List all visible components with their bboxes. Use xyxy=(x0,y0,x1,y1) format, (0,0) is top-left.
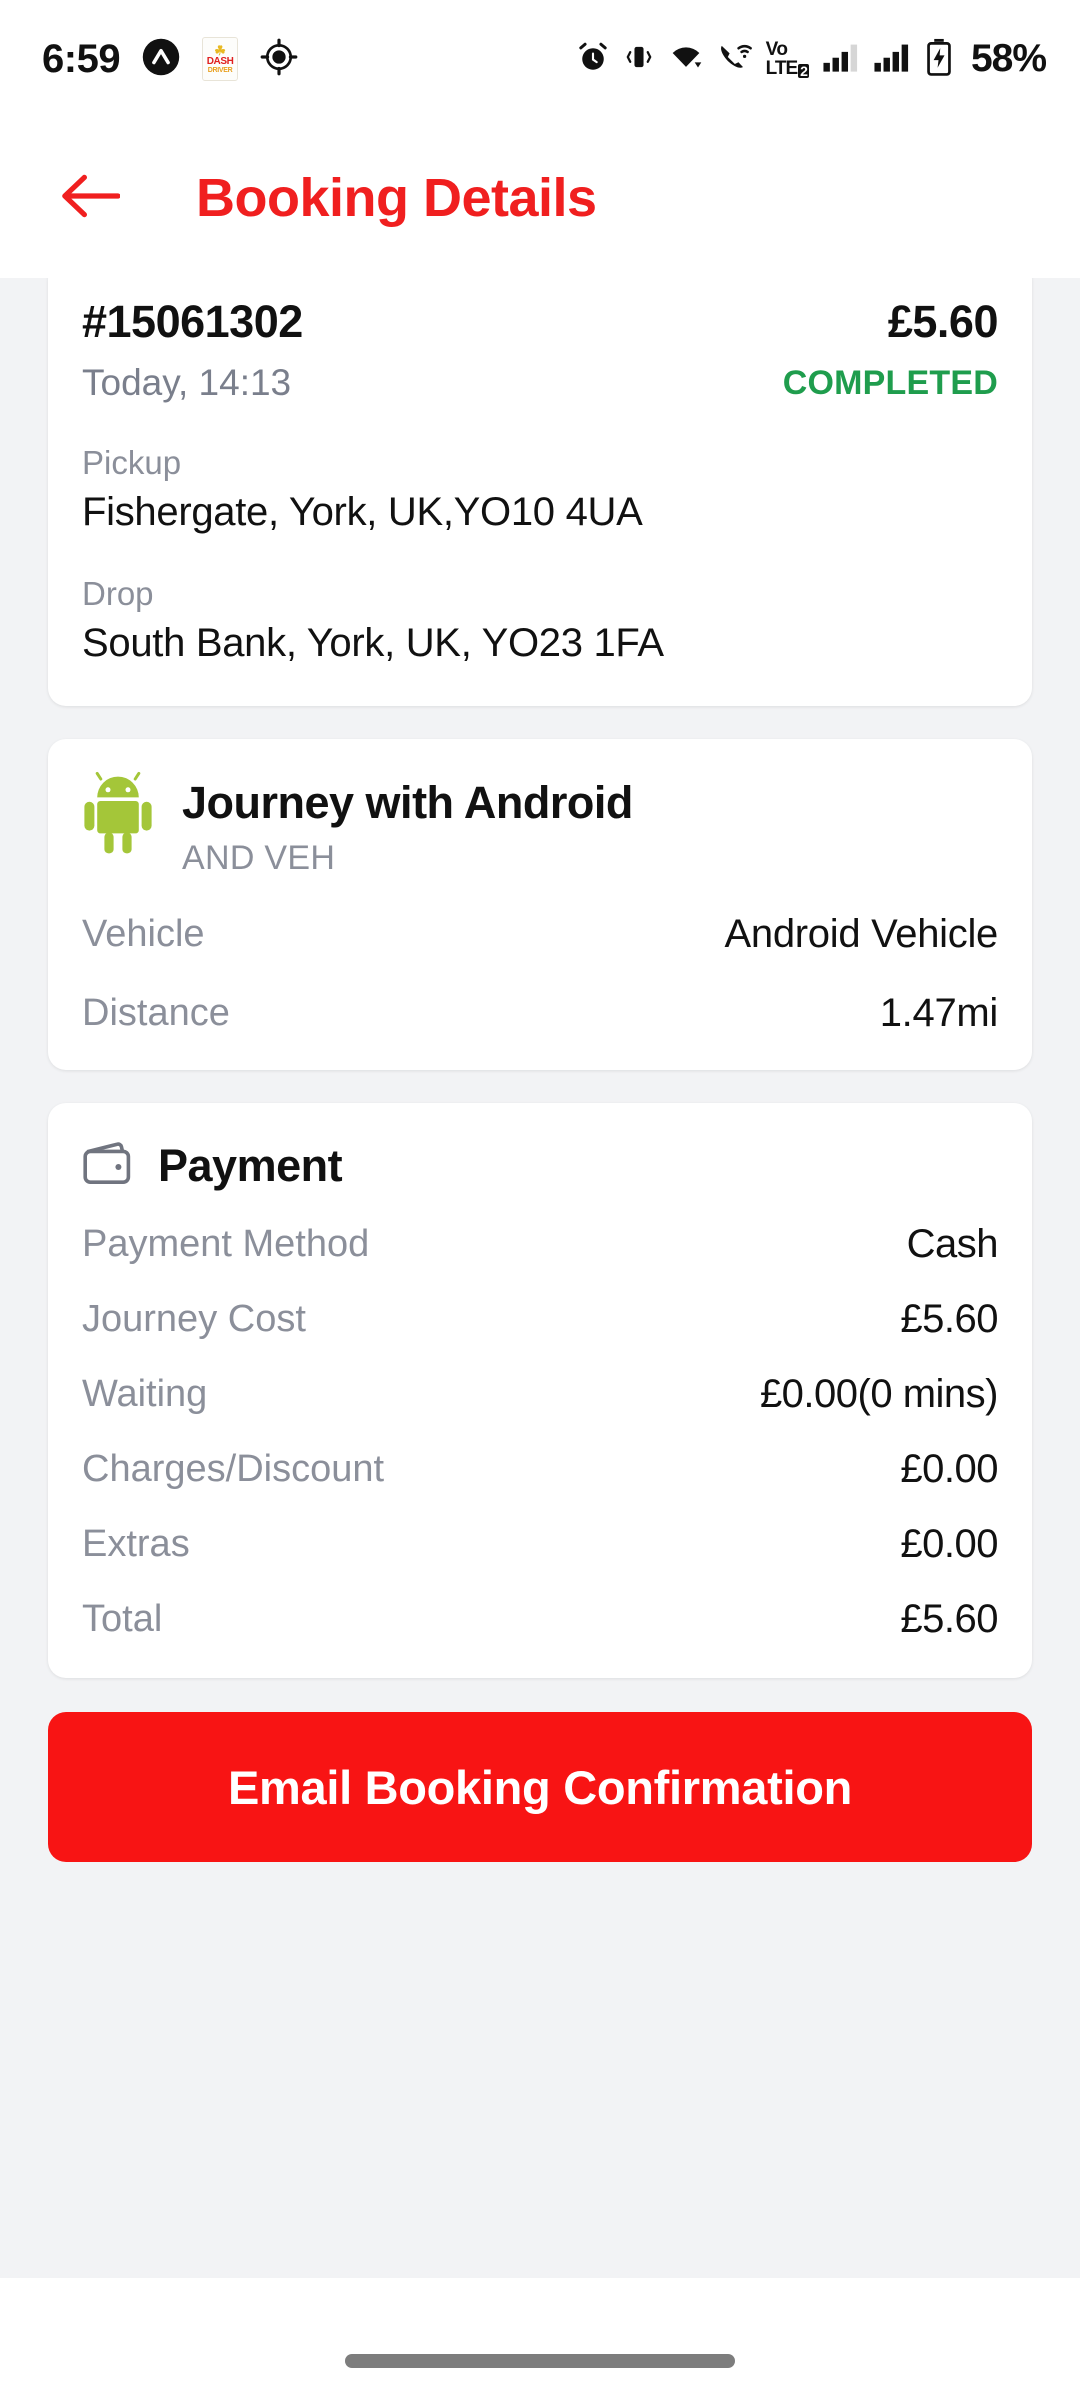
status-bar-clock: 6:59 xyxy=(42,36,121,81)
pickup-label: Pickup xyxy=(82,444,182,481)
journey-subtitle: AND VEH xyxy=(182,839,336,877)
payment-title: Payment xyxy=(158,1139,343,1191)
app-chevron-icon xyxy=(142,38,180,81)
booking-identity: #15061302 Today, 14:13 xyxy=(82,296,303,404)
signal-sim2-icon xyxy=(873,40,911,79)
dash-driver-app-icon: ☘ DASH DRIVER xyxy=(202,37,239,81)
journey-row-value: Android Vehicle xyxy=(724,912,999,956)
payment-row-method: Payment Method Cash xyxy=(82,1222,999,1267)
payment-row-value: £0.00(0 mins) xyxy=(759,1372,999,1416)
booking-header-row: #15061302 Today, 14:13 £5.60 COMPLETED xyxy=(82,296,999,404)
signal-sim1-icon xyxy=(822,40,860,79)
system-navigation-bar xyxy=(0,2278,1080,2400)
volte-icon: Vo LTE 2 xyxy=(766,40,809,78)
payment-row-journey-cost: Journey Cost £5.60 xyxy=(82,1297,998,1342)
journey-row-key: Distance xyxy=(82,992,230,1034)
wallet-icon xyxy=(82,1139,136,1192)
drop-address: South Bank, York, UK, YO23 1FA xyxy=(82,621,664,665)
payment-row-key: Charges/Discount xyxy=(82,1448,385,1490)
payment-row-value: £5.60 xyxy=(900,1297,998,1341)
journey-header: Journey with Android AND VEH xyxy=(82,771,998,878)
payment-header: Payment xyxy=(82,1139,998,1192)
journey-row-key: Vehicle xyxy=(82,913,205,955)
scroll-content[interactable]: #15061302 Today, 14:13 £5.60 COMPLETED P… xyxy=(0,278,1080,2278)
volte-top: Vo xyxy=(765,39,788,60)
payment-row-key: Payment Method xyxy=(82,1223,370,1265)
android-robot-icon xyxy=(82,771,154,860)
app-bar: Booking Details xyxy=(0,118,1080,278)
payment-row-charges-discount: Charges/Discount £0.00 xyxy=(82,1447,998,1492)
email-booking-confirmation-button[interactable]: Email Booking Confirmation xyxy=(48,1712,1032,1862)
booking-fare-status: £5.60 COMPLETED xyxy=(782,296,999,403)
payment-row-key: Journey Cost xyxy=(82,1298,306,1340)
payment-row-key: Total xyxy=(82,1598,163,1640)
journey-row-value: 1.47mi xyxy=(879,991,999,1035)
journey-title: Journey with Android xyxy=(182,777,633,828)
payment-row-key: Waiting xyxy=(82,1373,208,1415)
payment-row-value: £5.60 xyxy=(900,1597,998,1641)
payment-row-value: £0.00 xyxy=(900,1447,998,1491)
drop-block: Drop South Bank, York, UK, YO23 1FA xyxy=(82,575,998,666)
payment-row-value: £0.00 xyxy=(900,1522,998,1566)
journey-row-vehicle: Vehicle Android Vehicle xyxy=(82,912,998,957)
battery-charging-icon xyxy=(924,38,954,81)
booking-fare: £5.60 xyxy=(887,296,999,347)
journey-row-distance: Distance 1.47mi xyxy=(82,991,998,1036)
wifi-icon xyxy=(668,39,704,80)
location-crosshair-icon xyxy=(260,38,298,81)
call-wifi-icon xyxy=(717,39,753,80)
vibrate-icon xyxy=(623,41,655,78)
status-badge: COMPLETED xyxy=(782,364,998,402)
payment-row-extras: Extras £0.00 xyxy=(82,1522,998,1567)
journey-text-block: Journey with Android AND VEH xyxy=(182,771,633,878)
booking-summary-card: #15061302 Today, 14:13 £5.60 COMPLETED P… xyxy=(48,278,1032,706)
volte-sim-number: 2 xyxy=(798,63,809,79)
payment-card: Payment Payment Method Cash Journey Cost… xyxy=(48,1103,1032,1678)
back-button[interactable] xyxy=(52,160,128,236)
status-bar: 6:59 ☘ DASH DRIVER Vo LTE 2 58% xyxy=(0,0,1080,118)
pickup-address: Fishergate, York, UK,YO10 4UA xyxy=(82,490,643,534)
battery-percentage: 58% xyxy=(970,37,1047,80)
payment-row-value: Cash xyxy=(906,1222,999,1266)
payment-row-waiting: Waiting £0.00(0 mins) xyxy=(82,1372,999,1417)
drop-label: Drop xyxy=(82,575,154,612)
payment-row-key: Extras xyxy=(82,1523,190,1565)
email-booking-confirmation-label: Email Booking Confirmation xyxy=(227,1760,853,1814)
arrow-left-icon xyxy=(60,173,121,224)
pickup-block: Pickup Fishergate, York, UK,YO10 4UA xyxy=(82,444,998,535)
dash-badge-line1: DASH xyxy=(206,56,234,67)
dash-badge-line2: DRIVER xyxy=(207,67,233,74)
gesture-home-pill[interactable] xyxy=(345,2354,735,2368)
volte-bottom: LTE xyxy=(765,58,799,79)
status-bar-left: 6:59 ☘ DASH DRIVER xyxy=(42,37,298,82)
alarm-icon xyxy=(576,40,610,79)
booking-datetime: Today, 14:13 xyxy=(82,362,292,403)
page-title: Booking Details xyxy=(196,168,597,228)
payment-row-total: Total £5.60 xyxy=(82,1597,998,1642)
journey-card: Journey with Android AND VEH Vehicle And… xyxy=(48,739,1032,1070)
status-bar-right: Vo LTE 2 58% xyxy=(576,37,1047,81)
booking-id: #15061302 xyxy=(82,296,303,347)
